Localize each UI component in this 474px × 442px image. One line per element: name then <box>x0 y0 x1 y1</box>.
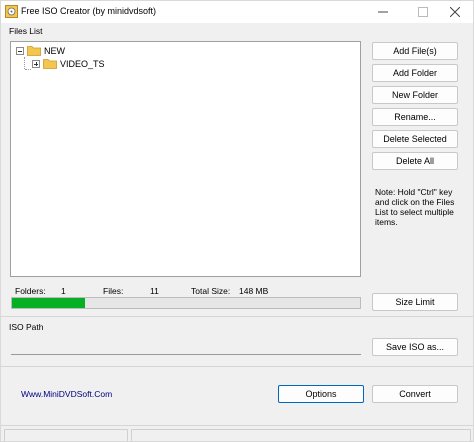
rename-button[interactable]: Rename... <box>372 108 458 126</box>
new-folder-button[interactable]: New Folder <box>372 86 458 104</box>
status-panel <box>4 429 128 441</box>
minimize-button[interactable] <box>363 1 403 23</box>
website-link[interactable]: Www.MiniDVDSoft.Com <box>21 389 112 399</box>
folder-icon <box>43 59 57 69</box>
folders-label: Folders: <box>15 286 46 296</box>
delete-selected-button[interactable]: Delete Selected <box>372 130 458 148</box>
files-count: 11 <box>150 286 159 296</box>
total-size-value: 148 MB <box>239 286 269 296</box>
folders-count: 1 <box>61 286 66 296</box>
tree-node-root[interactable]: NEW <box>16 44 65 57</box>
window-title: Free ISO Creator (by minidvdsoft) <box>21 6 157 16</box>
multi-select-note: Note: Hold "Ctrl" key and click on the F… <box>375 187 455 227</box>
add-files-button[interactable]: Add File(s) <box>372 42 458 60</box>
maximize-icon <box>418 7 428 17</box>
close-icon <box>450 7 460 17</box>
files-label: Files: <box>103 286 124 296</box>
tree-node-child[interactable]: VIDEO_TS <box>32 57 105 70</box>
files-list-label: Files List <box>9 26 43 36</box>
app-window: Free ISO Creator (by minidvdsoft) Files … <box>0 0 474 442</box>
app-icon <box>5 5 18 18</box>
total-size-label: Total Size: <box>191 286 231 296</box>
tree-node-label: NEW <box>44 45 65 56</box>
delete-all-button[interactable]: Delete All <box>372 152 458 170</box>
options-button[interactable]: Options <box>278 385 364 403</box>
iso-path-label: ISO Path <box>9 322 44 332</box>
tree-node-label: VIDEO_TS <box>60 58 105 69</box>
convert-button[interactable]: Convert <box>372 385 458 403</box>
files-tree[interactable]: NEW VIDEO_TS <box>10 41 361 277</box>
save-iso-button[interactable]: Save ISO as... <box>372 338 458 356</box>
section-divider <box>1 316 473 317</box>
size-progress-fill <box>12 298 86 308</box>
add-folder-button[interactable]: Add Folder <box>372 64 458 82</box>
size-progress-bar <box>11 297 361 309</box>
tree-connector <box>25 69 31 70</box>
status-bar <box>1 425 473 441</box>
tree-connector <box>24 57 25 69</box>
minimize-icon <box>378 11 388 13</box>
section-divider <box>1 366 473 367</box>
collapse-icon[interactable] <box>16 46 24 55</box>
status-panel <box>131 429 471 441</box>
close-button[interactable] <box>435 1 473 23</box>
iso-path-input[interactable] <box>11 340 361 355</box>
folder-icon <box>27 46 41 56</box>
size-limit-button[interactable]: Size Limit <box>372 293 458 311</box>
expand-icon[interactable] <box>32 59 40 68</box>
title-bar[interactable]: Free ISO Creator (by minidvdsoft) <box>1 1 473 23</box>
